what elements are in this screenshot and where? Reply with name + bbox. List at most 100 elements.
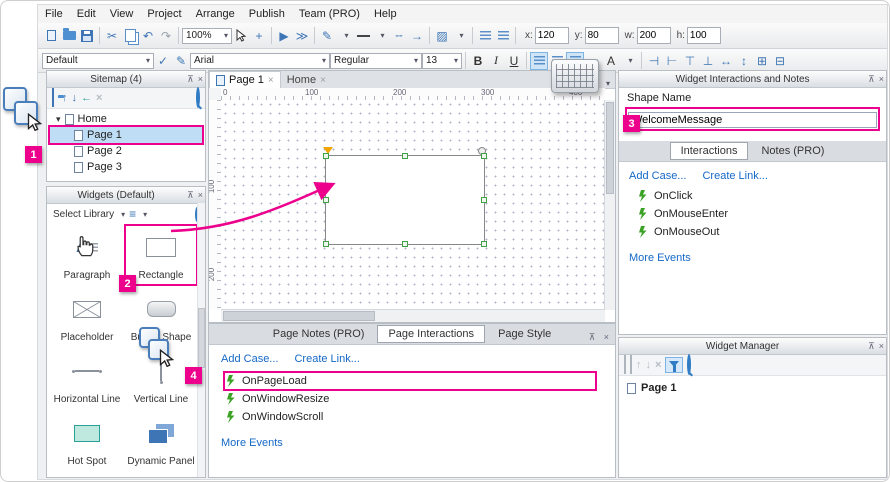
wm-move-up-icon[interactable]: ↑ bbox=[636, 359, 642, 371]
resize-handle-ne[interactable] bbox=[481, 153, 487, 159]
event-onclick[interactable]: OnClick bbox=[637, 188, 876, 204]
widget-dynamic-panel[interactable]: Dynamic Panel bbox=[124, 410, 198, 472]
pin-icon[interactable]: ⊼ bbox=[185, 74, 196, 85]
menu-view[interactable]: View bbox=[103, 8, 141, 20]
edit-style-icon[interactable]: ✎ bbox=[172, 52, 190, 70]
resize-handle-se[interactable] bbox=[481, 241, 487, 247]
menu-help[interactable]: Help bbox=[367, 8, 404, 20]
tree-item-page2[interactable]: Page 2 bbox=[50, 143, 202, 159]
tab-page-interactions[interactable]: Page Interactions bbox=[377, 325, 485, 343]
distribute-horizontal-icon[interactable]: ↔ bbox=[717, 52, 735, 70]
align-objects-right-icon[interactable]: ⊢ bbox=[663, 52, 681, 70]
font-size-select[interactable]: 13 ▾ bbox=[422, 53, 462, 69]
w-field[interactable] bbox=[637, 27, 671, 44]
library-menu-icon[interactable]: ≡ bbox=[129, 207, 136, 221]
tab-page1[interactable]: Page 1 × bbox=[209, 71, 281, 88]
fill-color-icon[interactable]: ▨ bbox=[433, 27, 451, 45]
publish-icon[interactable]: ≫ bbox=[293, 27, 311, 45]
move-up-icon[interactable]: ↑ bbox=[62, 92, 68, 104]
canvas-vscrollbar[interactable] bbox=[604, 100, 615, 310]
close-icon[interactable]: × bbox=[196, 74, 205, 84]
create-link-link[interactable]: Create Link... bbox=[294, 353, 359, 365]
resize-handle-e[interactable] bbox=[481, 197, 487, 203]
menu-project[interactable]: Project bbox=[140, 8, 188, 20]
font-weight-select[interactable]: Regular ▾ bbox=[330, 53, 422, 69]
event-onwindowresize[interactable]: OnWindowResize bbox=[225, 391, 603, 407]
widget-placeholder[interactable]: Placeholder bbox=[50, 286, 124, 348]
align-left-text-icon[interactable] bbox=[530, 52, 548, 70]
x-field[interactable] bbox=[535, 27, 569, 44]
wm-page-icon-disabled[interactable] bbox=[624, 356, 626, 374]
undo-icon[interactable]: ↶ bbox=[139, 27, 157, 45]
close-icon[interactable]: × bbox=[877, 74, 886, 84]
wm-delete-icon[interactable]: × bbox=[655, 359, 661, 371]
close-icon[interactable]: × bbox=[877, 341, 886, 351]
italic-button[interactable]: I bbox=[487, 52, 505, 70]
wm-item-page1[interactable]: Page 1 bbox=[619, 380, 886, 396]
outdent-icon[interactable]: ← bbox=[81, 92, 92, 104]
pin-icon[interactable]: ⊼ bbox=[587, 332, 598, 342]
font-family-select[interactable]: Arial ▾ bbox=[190, 53, 330, 69]
filter-icon[interactable] bbox=[665, 357, 683, 373]
group-icon[interactable]: ⊞ bbox=[753, 52, 771, 70]
tab-page-style[interactable]: Page Style bbox=[487, 325, 562, 343]
widget-partial-2[interactable] bbox=[124, 472, 198, 478]
y-field[interactable] bbox=[585, 27, 619, 44]
add-case-link[interactable]: Add Case... bbox=[629, 170, 686, 182]
zoom-select[interactable]: 100% ▾ bbox=[182, 28, 232, 44]
resize-handle-nw[interactable] bbox=[323, 153, 329, 159]
tab-home[interactable]: Home × bbox=[281, 72, 332, 88]
scrollbar-thumb[interactable] bbox=[198, 308, 205, 368]
menu-edit[interactable]: Edit bbox=[70, 8, 103, 20]
underline-button[interactable]: U bbox=[505, 52, 523, 70]
search-icon[interactable] bbox=[196, 89, 200, 107]
create-link-link[interactable]: Create Link... bbox=[702, 170, 767, 182]
align-objects-left-icon[interactable]: ⊣ bbox=[645, 52, 663, 70]
tab-notes[interactable]: Notes (PRO) bbox=[750, 142, 835, 160]
pin-icon[interactable]: ⊼ bbox=[866, 74, 877, 85]
font-color-icon[interactable]: A bbox=[602, 52, 620, 70]
copy-icon[interactable] bbox=[121, 27, 139, 45]
resize-handle-n[interactable] bbox=[402, 153, 408, 159]
widget-hot-spot[interactable]: Hot Spot bbox=[50, 410, 124, 472]
scrollbar-thumb[interactable] bbox=[223, 311, 375, 321]
scrollbar-thumb[interactable] bbox=[606, 102, 614, 194]
menu-team[interactable]: Team (PRO) bbox=[292, 8, 367, 20]
save-icon[interactable] bbox=[78, 27, 96, 45]
bold-button[interactable]: B bbox=[469, 52, 487, 70]
event-onmouseout[interactable]: OnMouseOut bbox=[637, 224, 876, 240]
more-events-link[interactable]: More Events bbox=[221, 437, 603, 449]
align-objects-top-icon[interactable]: ⊤ bbox=[681, 52, 699, 70]
h-field[interactable] bbox=[687, 27, 721, 44]
line-weight-icon[interactable] bbox=[354, 27, 372, 45]
select-library-dropdown[interactable]: Select Library bbox=[53, 209, 114, 220]
wm-folder-icon-disabled[interactable] bbox=[630, 356, 632, 374]
line-style-icon[interactable]: ╌ bbox=[390, 27, 408, 45]
apply-style-icon[interactable]: ✓ bbox=[154, 52, 172, 70]
more-events-link[interactable]: More Events bbox=[629, 252, 876, 264]
line-weight-caret[interactable]: ▾ bbox=[372, 27, 390, 45]
close-tab-icon[interactable]: × bbox=[320, 75, 326, 86]
pen-style-caret[interactable]: ▾ bbox=[336, 27, 354, 45]
add-page-icon[interactable] bbox=[52, 89, 54, 107]
event-onpageload[interactable]: OnPageLoad bbox=[225, 373, 595, 389]
pin-icon[interactable]: ⊼ bbox=[866, 341, 877, 352]
wm-search-icon[interactable] bbox=[687, 356, 691, 374]
tab-page-notes[interactable]: Page Notes (PRO) bbox=[262, 325, 376, 343]
tree-item-home[interactable]: ▾ Home bbox=[50, 111, 202, 127]
align-objects-bottom-icon[interactable]: ⊥ bbox=[699, 52, 717, 70]
canvas-hscrollbar[interactable] bbox=[221, 309, 605, 322]
event-onmouseenter[interactable]: OnMouseEnter bbox=[637, 206, 876, 222]
widget-horizontal-line[interactable]: Horizontal Line bbox=[50, 348, 124, 410]
style-preset-select[interactable]: Default ▾ bbox=[42, 53, 154, 69]
close-tab-icon[interactable]: × bbox=[268, 75, 274, 86]
align-top-icon[interactable] bbox=[494, 27, 512, 45]
close-icon[interactable]: × bbox=[602, 332, 611, 342]
ungroup-icon[interactable]: ⊟ bbox=[771, 52, 789, 70]
open-folder-icon[interactable] bbox=[60, 27, 78, 45]
delete-page-icon[interactable]: × bbox=[96, 92, 102, 104]
align-left-icon[interactable] bbox=[476, 27, 494, 45]
event-onwindowscroll[interactable]: OnWindowScroll bbox=[225, 409, 603, 425]
tab-interactions[interactable]: Interactions bbox=[670, 142, 749, 160]
fill-color-caret[interactable]: ▾ bbox=[451, 27, 469, 45]
